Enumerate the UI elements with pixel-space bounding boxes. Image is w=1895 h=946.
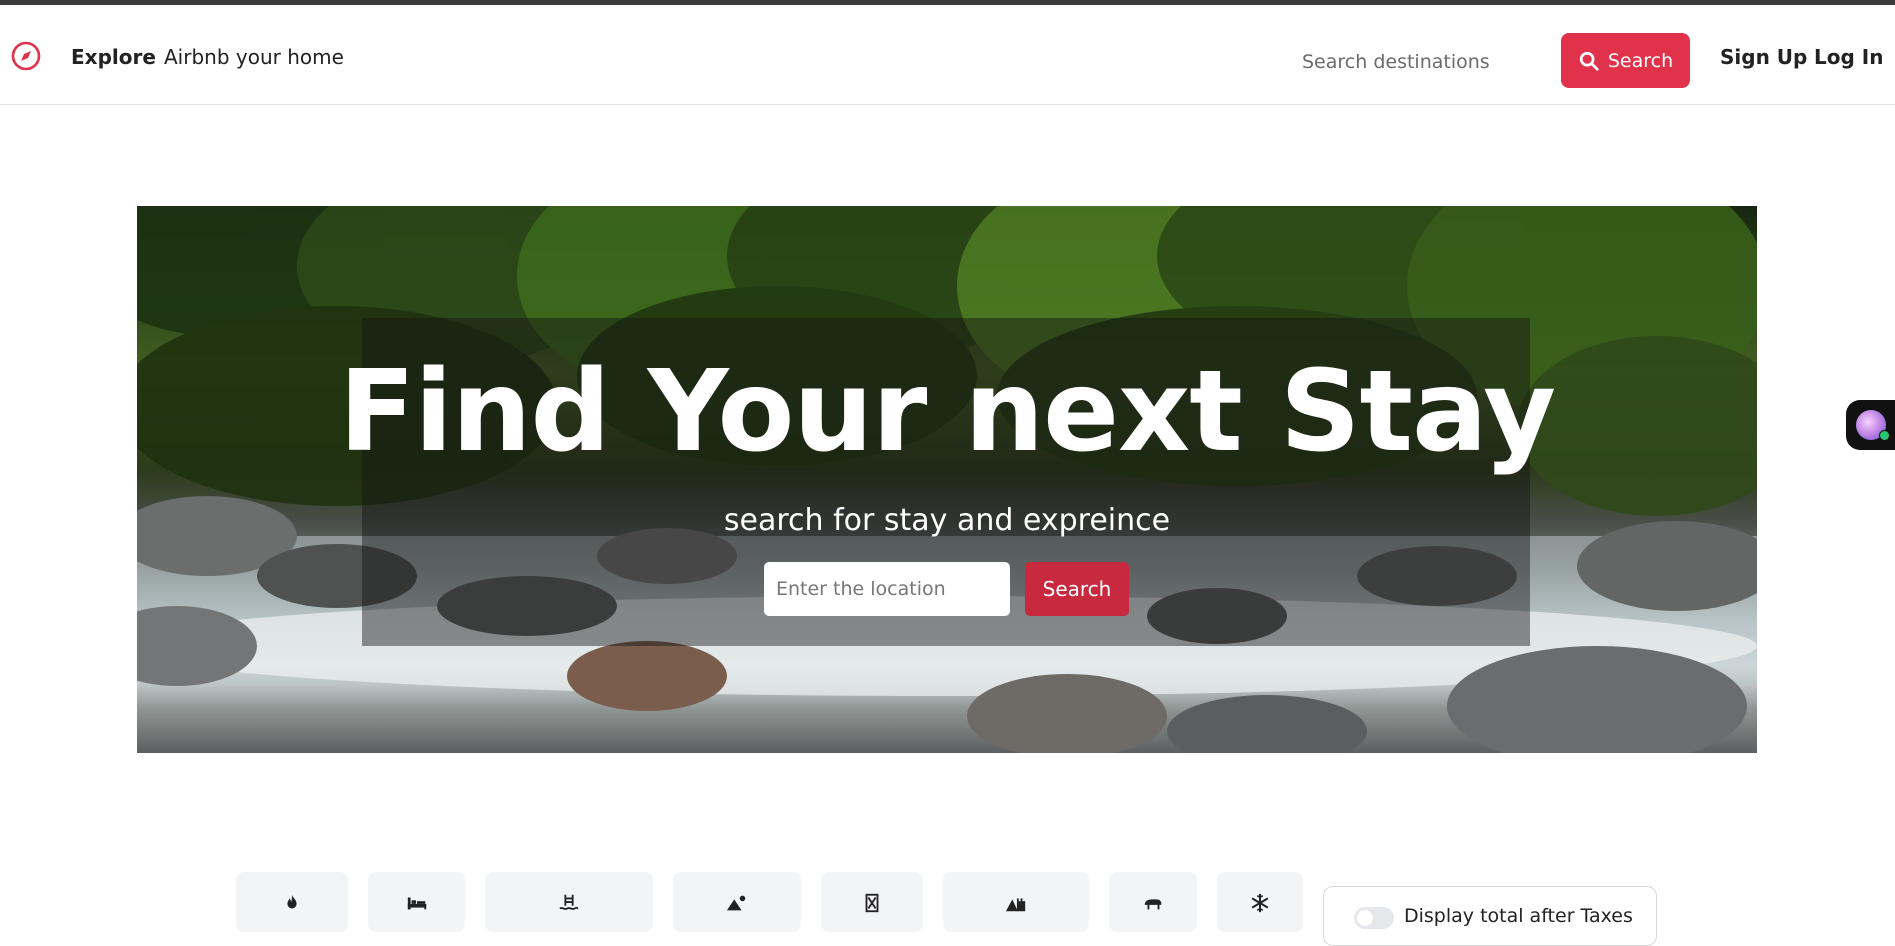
- category-arctic[interactable]: [1217, 872, 1303, 932]
- destination-search-input[interactable]: [1300, 38, 1544, 86]
- display-taxes-toggle-card[interactable]: Display total after Taxes: [1323, 886, 1657, 946]
- online-status-dot: [1879, 430, 1890, 441]
- nav-host-link[interactable]: Airbnb your home: [164, 45, 344, 69]
- flame-icon: [287, 894, 297, 909]
- location-input[interactable]: [764, 562, 1010, 616]
- category-farms[interactable]: [1109, 872, 1197, 932]
- assistant-widget[interactable]: [1846, 400, 1895, 450]
- category-towers[interactable]: [821, 872, 923, 932]
- snowflake-icon: [1251, 893, 1269, 913]
- category-castles[interactable]: [943, 872, 1089, 932]
- mountain-icon: [726, 895, 746, 911]
- category-pools[interactable]: [485, 872, 653, 932]
- hero-title: Find Your next Stay: [338, 347, 1556, 477]
- signup-link[interactable]: Sign Up: [1720, 45, 1807, 69]
- compass-logo-icon[interactable]: [10, 40, 42, 72]
- taxes-toggle-switch[interactable]: [1354, 907, 1394, 929]
- hero-search-button[interactable]: Search: [1025, 562, 1129, 616]
- castle-icon: [1005, 898, 1026, 912]
- tower-icon: [865, 893, 879, 913]
- bed-icon: [407, 897, 426, 910]
- category-rooms[interactable]: [368, 872, 465, 932]
- category-mountains[interactable]: [673, 872, 801, 932]
- taxes-toggle-label: Display total after Taxes: [1404, 905, 1633, 927]
- hero-subtitle: search for stay and expreince: [723, 503, 1171, 538]
- nav-explore-link[interactable]: Explore: [71, 45, 156, 69]
- nav-search-button-label: Search: [1607, 49, 1674, 72]
- login-link[interactable]: Log In: [1814, 45, 1883, 69]
- nav-search-button[interactable]: Search: [1561, 33, 1690, 88]
- category-trending[interactable]: [236, 872, 348, 932]
- search-icon: [1579, 51, 1599, 71]
- pool-icon: [559, 894, 579, 910]
- hero-banner: Find Your next Stay search for stay and …: [137, 206, 1757, 753]
- navbar: Explore Airbnb your home Search Sign Up …: [0, 5, 1895, 105]
- farm-icon: [1144, 899, 1162, 910]
